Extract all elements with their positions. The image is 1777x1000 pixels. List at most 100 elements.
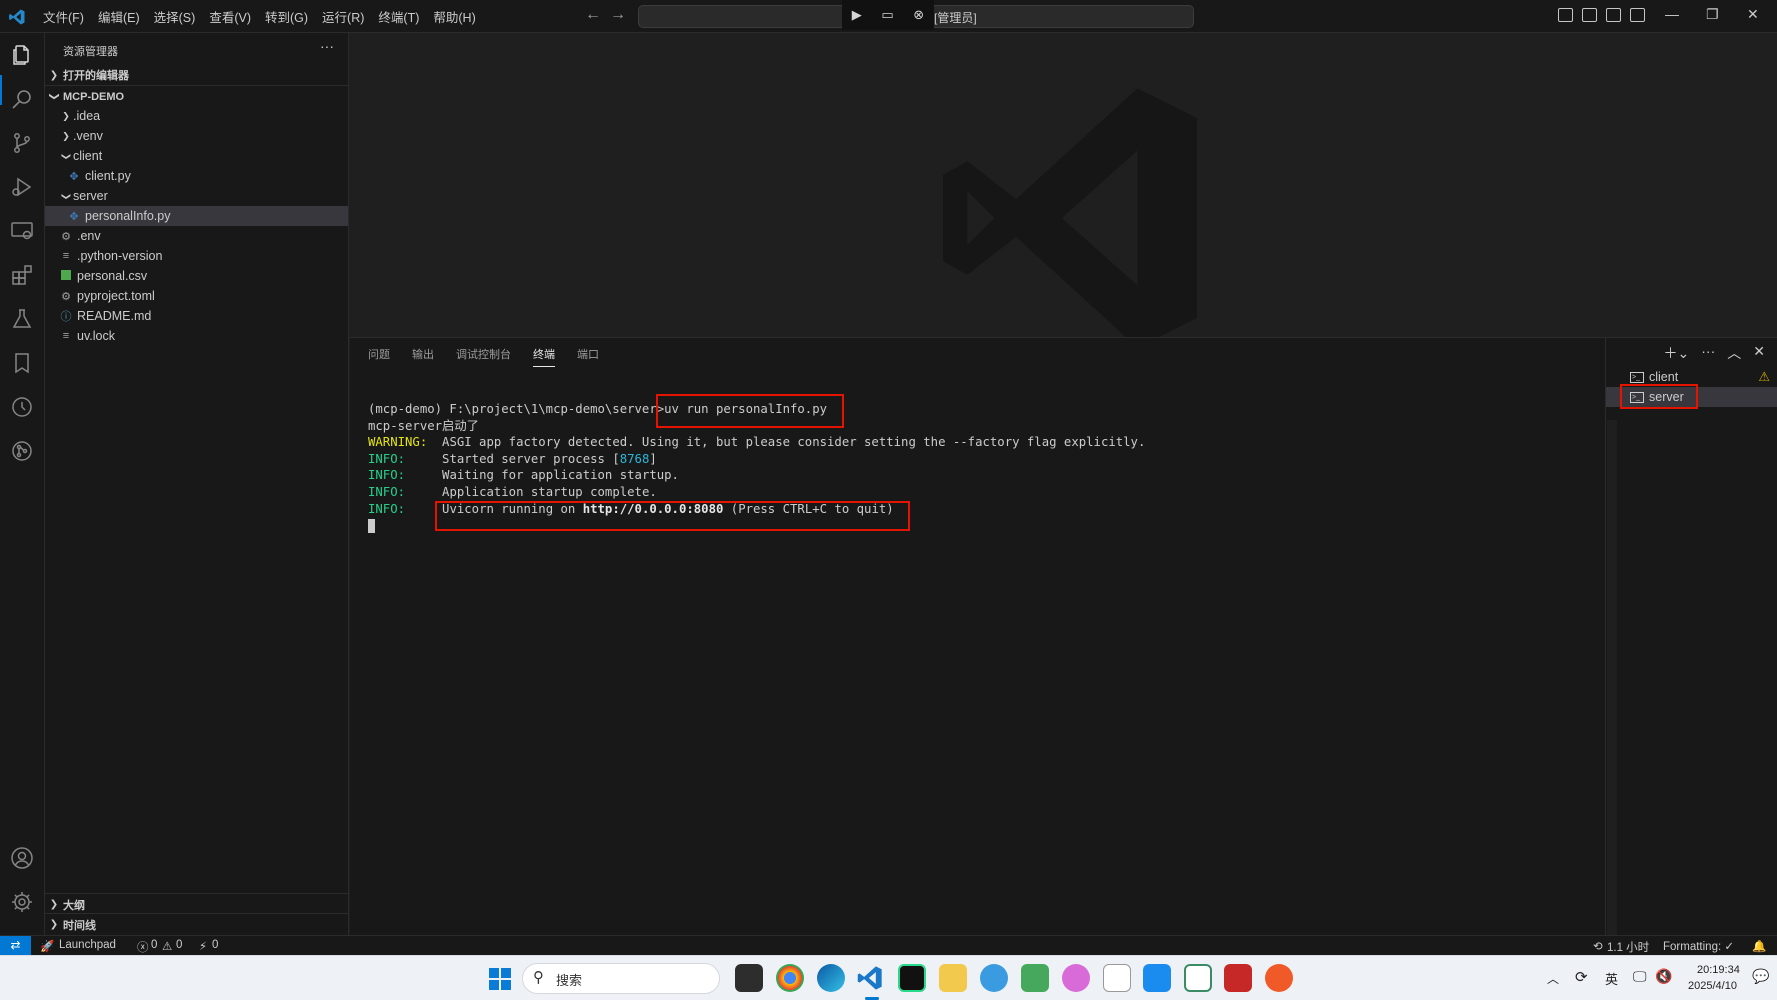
edge-icon[interactable] bbox=[817, 964, 845, 992]
warning-icon[interactable]: ⚠ bbox=[162, 939, 172, 953]
error-icon[interactable]: ⓧ bbox=[137, 939, 149, 955]
network-icon[interactable]: 🖵 bbox=[1633, 968, 1647, 985]
chevron-right-icon: ❯ bbox=[49, 899, 59, 910]
tree-item-venv[interactable]: ❯ .venv bbox=[45, 126, 348, 146]
document-icon[interactable] bbox=[1103, 964, 1131, 992]
postman-icon[interactable] bbox=[1265, 964, 1293, 992]
toggle-panel-icon[interactable] bbox=[1582, 8, 1597, 22]
close-circle-icon[interactable]: ⊗ bbox=[913, 7, 924, 23]
tree-item-env[interactable]: ⚙ .env bbox=[45, 226, 348, 246]
chevron-up-icon[interactable]: ︿ bbox=[1547, 970, 1559, 987]
vscode-taskbar-icon[interactable] bbox=[856, 964, 884, 992]
account-icon[interactable] bbox=[10, 846, 34, 870]
sync-icon[interactable]: ⟳ bbox=[1575, 968, 1588, 986]
explorer-sidebar: 资源管理器 ··· ❯ 打开的编辑器 ❯ MCP-DEMO ❯ .idea ❯ … bbox=[45, 33, 349, 935]
outline-section[interactable]: ❯ 大纲 bbox=[45, 893, 349, 915]
tree-item-idea[interactable]: ❯ .idea bbox=[45, 106, 348, 126]
menu-selection[interactable]: 选择(S) bbox=[147, 7, 203, 26]
red-app-icon[interactable] bbox=[1224, 964, 1252, 992]
tree-item-client-py[interactable]: ✥ client.py bbox=[45, 166, 348, 186]
remote-indicator-icon[interactable]: ⇄ bbox=[0, 936, 31, 956]
ports-icon[interactable]: ⚡ bbox=[199, 939, 207, 953]
tree-item-server-folder[interactable]: ❯ server bbox=[45, 186, 348, 206]
menu-run[interactable]: 运行(R) bbox=[315, 7, 371, 26]
file-explorer-icon[interactable] bbox=[939, 964, 967, 992]
ime-indicator[interactable]: 英 bbox=[1605, 969, 1618, 988]
settings-gear-icon[interactable] bbox=[10, 890, 34, 914]
formatting-status[interactable]: Formatting: ✓ bbox=[1663, 939, 1734, 953]
timeline-section[interactable]: ❯ 时间线 bbox=[45, 913, 349, 935]
windows-taskbar: ⚲ 搜索 ︿ ⟳ 英 🖵 🔇 20:19:34 2025/4/10 💬 bbox=[0, 955, 1777, 1000]
toggle-primary-sidebar-icon[interactable] bbox=[1558, 8, 1573, 22]
toggle-secondary-sidebar-icon[interactable] bbox=[1606, 8, 1621, 22]
menu-view[interactable]: 查看(V) bbox=[202, 7, 258, 26]
explorer-icon[interactable] bbox=[10, 43, 34, 67]
tree-item-personal-csv[interactable]: personal.csv bbox=[45, 266, 348, 286]
menu-go[interactable]: 转到(G) bbox=[258, 7, 315, 26]
warning-count[interactable]: 0 bbox=[176, 939, 182, 951]
terminal-cursor bbox=[368, 518, 375, 533]
open-editors-section[interactable]: ❯ 打开的编辑器 bbox=[45, 64, 349, 86]
notepad-chart-icon[interactable] bbox=[1021, 964, 1049, 992]
launchpad-label[interactable]: Launchpad bbox=[59, 939, 116, 951]
info-label: INFO: bbox=[368, 484, 406, 499]
more-actions-icon[interactable]: ··· bbox=[320, 38, 334, 54]
notifications-bell-icon[interactable]: 🔔 bbox=[1752, 939, 1766, 953]
notification-center-icon[interactable]: 💬 bbox=[1752, 968, 1769, 985]
restore-icon[interactable]: ❐ bbox=[1706, 6, 1719, 23]
extensions-icon[interactable] bbox=[10, 263, 34, 287]
tree-item-python-version[interactable]: ≡ .python-version bbox=[45, 246, 348, 266]
run-debug-icon[interactable] bbox=[10, 175, 34, 199]
testing-flask-icon[interactable] bbox=[10, 307, 34, 331]
clock-date[interactable]: 2025/4/10 bbox=[1688, 980, 1737, 992]
tab-problems[interactable]: 问题 bbox=[368, 346, 390, 367]
forward-arrow-icon[interactable]: → bbox=[610, 6, 626, 24]
tree-item-uv-lock[interactable]: ≡ uv.lock bbox=[45, 326, 348, 346]
tab-ports[interactable]: 端口 bbox=[577, 346, 599, 367]
menu-terminal[interactable]: 终端(T) bbox=[371, 7, 426, 26]
menu-edit[interactable]: 编辑(E) bbox=[91, 7, 147, 26]
time-spent[interactable]: 1.1 小时 bbox=[1607, 939, 1649, 955]
chrome-icon[interactable] bbox=[776, 964, 804, 992]
step-icon[interactable]: ▶ bbox=[852, 7, 862, 23]
pycharm-icon[interactable] bbox=[898, 964, 926, 992]
taskbar-search-box[interactable] bbox=[522, 963, 720, 994]
menu-help[interactable]: 帮助(H) bbox=[426, 7, 482, 26]
bookmark-icon[interactable] bbox=[10, 351, 34, 375]
launchpad-icon[interactable]: 🚀 bbox=[40, 939, 54, 953]
search-icon[interactable] bbox=[10, 87, 34, 111]
clock-time[interactable]: 20:19:34 bbox=[1697, 964, 1740, 976]
customize-layout-icon[interactable] bbox=[1630, 8, 1645, 22]
volume-muted-icon[interactable]: 🔇 bbox=[1655, 968, 1672, 985]
terminal-app-icon[interactable] bbox=[1184, 964, 1212, 992]
menu-file[interactable]: 文件(F) bbox=[36, 7, 91, 26]
chevron-down-icon: ❯ bbox=[48, 92, 60, 101]
minimize-icon[interactable]: — bbox=[1665, 6, 1679, 22]
tab-output[interactable]: 输出 bbox=[412, 346, 434, 367]
ports-count[interactable]: 0 bbox=[212, 939, 218, 951]
error-count[interactable]: 0 bbox=[151, 939, 157, 951]
task-view-icon[interactable] bbox=[735, 964, 763, 992]
windows-start-icon[interactable] bbox=[489, 968, 511, 990]
source-control-icon[interactable] bbox=[10, 131, 34, 155]
tab-debug-console[interactable]: 调试控制台 bbox=[456, 346, 511, 367]
terminal-line: Application startup complete. bbox=[405, 484, 657, 499]
bird-app-icon[interactable] bbox=[980, 964, 1008, 992]
keyboard-icon[interactable]: ▭ bbox=[881, 7, 893, 23]
remote-explorer-icon[interactable] bbox=[10, 219, 34, 243]
close-window-icon[interactable]: ✕ bbox=[1747, 6, 1759, 23]
timeline-clock-icon[interactable] bbox=[10, 395, 34, 419]
tree-item-readme[interactable]: ⓘ README.md bbox=[45, 306, 348, 326]
back-arrow-icon[interactable]: ← bbox=[585, 6, 601, 24]
editor-area[interactable] bbox=[350, 33, 1777, 348]
tab-terminal[interactable]: 终端 bbox=[533, 346, 555, 367]
tree-item-personalinfo-py[interactable]: ✥ personalInfo.py bbox=[45, 206, 348, 226]
history-icon[interactable]: ⟲ bbox=[1593, 939, 1603, 953]
tree-item-client-folder[interactable]: ❯ client bbox=[45, 146, 348, 166]
tree-item-pyproject[interactable]: ⚙ pyproject.toml bbox=[45, 286, 348, 306]
cat-app-icon[interactable] bbox=[1062, 964, 1090, 992]
project-section[interactable]: ❯ MCP-DEMO bbox=[45, 85, 349, 107]
gitlens-icon[interactable] bbox=[10, 439, 34, 463]
feishu-app-icon[interactable] bbox=[1143, 964, 1171, 992]
chevron-right-icon: ❯ bbox=[62, 110, 70, 121]
